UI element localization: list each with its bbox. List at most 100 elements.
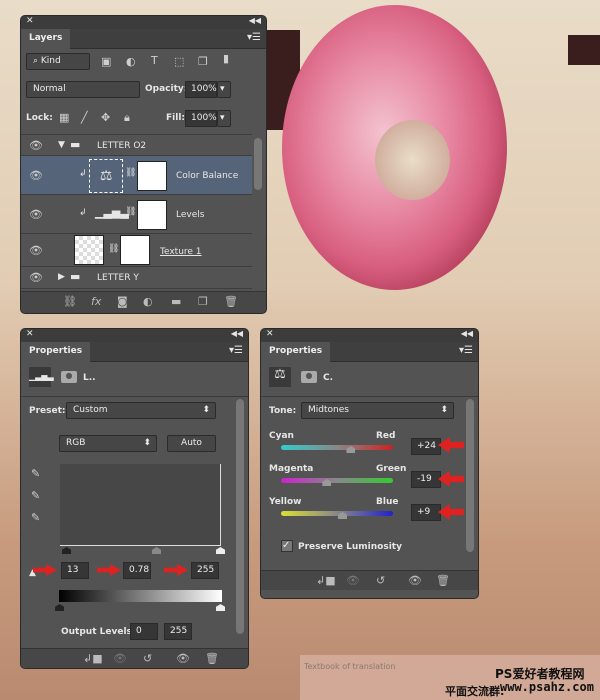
preserve-luminosity-checkbox[interactable]: ✓ — [281, 540, 293, 552]
white-eyedropper-icon[interactable]: ✎ — [31, 511, 40, 524]
color-slider-track[interactable] — [281, 478, 393, 483]
visibility-icon[interactable]: 👁︎ — [176, 652, 190, 665]
input-gamma-field[interactable]: 0.78 — [123, 562, 151, 579]
view-previous-icon[interactable]: 👁︎ — [346, 574, 360, 587]
link-layers-icon[interactable]: ⛓ — [63, 295, 77, 308]
color-slider-track[interactable] — [281, 511, 393, 516]
color-value-field[interactable]: +9 — [411, 504, 441, 521]
output-white-slider[interactable] — [216, 604, 225, 611]
scrollbar[interactable] — [466, 399, 474, 552]
layer-row[interactable]: 👁︎ ▶ ▬ LETTER Y — [21, 267, 252, 289]
reset-icon[interactable]: ↺ — [143, 652, 152, 665]
tab-properties[interactable]: Properties — [21, 342, 91, 362]
new-layer-icon[interactable]: ❐ — [198, 295, 208, 308]
adjustment-layer-icon[interactable]: ◐ — [143, 295, 153, 308]
panel-menu-icon[interactable]: ▾☰ — [229, 345, 243, 356]
filter-kind-select[interactable]: ⌕ Kind — [26, 53, 90, 70]
collapse-icon[interactable]: ◀◀ — [231, 329, 243, 338]
slider-right-label: Green — [376, 464, 407, 474]
visibility-eye-icon[interactable]: 👁︎ — [29, 244, 43, 257]
view-previous-icon[interactable]: 👁︎ — [113, 652, 127, 665]
clip-to-layer-icon[interactable]: ↲■ — [316, 574, 336, 587]
lock-all-icon[interactable]: 🔒︎ — [124, 111, 130, 125]
opacity-input[interactable]: 100% — [185, 81, 217, 98]
scrollbar[interactable] — [254, 138, 262, 190]
tab-layers[interactable]: Layers — [21, 29, 71, 49]
levels-icon[interactable]: ▁▃▅▃ — [29, 367, 54, 387]
black-eyedropper-icon[interactable]: ✎ — [31, 467, 40, 480]
filter-toggle-icon[interactable]: ▮ — [223, 52, 229, 65]
type-filter-icon[interactable]: T — [151, 54, 158, 67]
layer-row-selected[interactable]: 👁︎ ↲ ⚖ ⛓ Color Balance — [21, 156, 252, 195]
mask-icon[interactable]: ● — [301, 371, 317, 383]
image-filter-icon[interactable]: ▣ — [101, 55, 111, 68]
new-group-icon[interactable]: ▬ — [171, 295, 181, 308]
smart-object-filter-icon[interactable]: ❐ — [198, 55, 208, 68]
fill-input[interactable]: 100% — [185, 110, 217, 127]
panel-title: C. — [323, 373, 334, 383]
layer-row[interactable]: 👁︎ ⛓ Texture 1 — [21, 234, 252, 267]
tone-select[interactable]: Midtones ⬍ — [301, 402, 454, 419]
layer-name: LETTER O2 — [97, 141, 147, 151]
input-white-slider[interactable] — [216, 547, 225, 554]
visibility-eye-icon[interactable]: 👁︎ — [29, 208, 43, 221]
layers-panel: ✕ ◀◀ Layers ▾☰ ⌕ Kind ▣ ◐ T ⬚ ❐ ▮ Normal O… — [20, 15, 267, 314]
panel-menu-icon[interactable]: ▾☰ — [459, 345, 473, 356]
caption: Textbook of translation — [304, 662, 396, 671]
fill-dropdown[interactable]: ▾ — [217, 110, 231, 127]
lock-brush-icon[interactable]: ╱ — [81, 111, 88, 124]
preset-select[interactable]: Custom ⬍ — [66, 402, 216, 419]
visibility-eye-icon[interactable]: 👁︎ — [29, 271, 43, 284]
reset-icon[interactable]: ↺ — [376, 574, 385, 587]
visibility-eye-icon[interactable]: 👁︎ — [29, 169, 43, 182]
search-icon: ⌕ — [33, 56, 41, 66]
link-icon: ⛓ — [125, 168, 137, 178]
folder-icon: ▬ — [70, 138, 81, 151]
channel-select[interactable]: RGB ⬍ — [59, 435, 157, 452]
blend-mode-select[interactable]: Normal — [26, 81, 140, 98]
clip-to-layer-icon[interactable]: ↲■ — [83, 652, 103, 665]
delete-icon[interactable]: 🗑︎ — [436, 574, 450, 587]
fx-icon[interactable]: fx — [91, 295, 101, 308]
collapse-icon[interactable]: ◀◀ — [249, 16, 261, 25]
output-black-field[interactable]: 0 — [130, 623, 158, 640]
color-value-field[interactable]: -19 — [411, 471, 441, 488]
layer-row[interactable]: 👁︎ ↲ ▁▃▅▃ ⛓ Levels — [21, 195, 252, 234]
expand-triangle-icon[interactable]: ▶ — [58, 272, 65, 282]
output-white-field[interactable]: 255 — [164, 623, 192, 640]
close-icon[interactable]: ✕ — [26, 329, 34, 339]
layer-row[interactable]: 👁︎ ▼ ▬ LETTER O2 — [21, 134, 252, 156]
lock-pixels-icon[interactable]: ▦ — [59, 111, 69, 124]
visibility-eye-icon[interactable]: 👁︎ — [29, 139, 43, 152]
visibility-icon[interactable]: 👁︎ — [408, 574, 422, 587]
input-gray-slider[interactable] — [152, 547, 161, 554]
close-icon[interactable]: ✕ — [266, 329, 274, 339]
input-white-field[interactable]: 255 — [191, 562, 219, 579]
color-slider-track[interactable] — [281, 445, 393, 450]
expand-triangle-icon[interactable]: ▼ — [58, 140, 65, 150]
panel-menu-icon[interactable]: ▾☰ — [247, 32, 261, 43]
tab-properties[interactable]: Properties — [261, 342, 331, 362]
caption-box: Textbook of translation PS爱好者教程网 平面交流群: … — [300, 655, 600, 700]
opacity-dropdown[interactable]: ▾ — [217, 81, 231, 98]
lock-move-icon[interactable]: ✥ — [101, 111, 110, 124]
delete-icon[interactable]: 🗑︎ — [205, 652, 219, 665]
close-icon[interactable]: ✕ — [26, 16, 34, 26]
delete-icon[interactable]: 🗑︎ — [224, 295, 238, 308]
color-balance-icon[interactable]: ⚖ — [269, 367, 291, 387]
scrollbar[interactable] — [236, 399, 244, 634]
auto-button[interactable]: Auto — [167, 435, 216, 452]
red-arrow-annotation — [33, 564, 57, 576]
mask-icon[interactable]: ● — [61, 371, 77, 383]
color-value-field[interactable]: +24 — [411, 438, 441, 455]
input-black-slider[interactable] — [62, 547, 71, 554]
histogram — [60, 464, 221, 546]
layer-mask-thumbnail — [137, 200, 167, 230]
add-mask-icon[interactable]: ◙ — [117, 295, 128, 308]
output-black-slider[interactable] — [55, 604, 64, 611]
gray-eyedropper-icon[interactable]: ✎ — [31, 489, 40, 502]
collapse-icon[interactable]: ◀◀ — [461, 329, 473, 338]
input-black-field[interactable]: 13 — [61, 562, 89, 579]
adjustment-filter-icon[interactable]: ◐ — [126, 55, 136, 68]
shape-filter-icon[interactable]: ⬚ — [174, 55, 184, 68]
